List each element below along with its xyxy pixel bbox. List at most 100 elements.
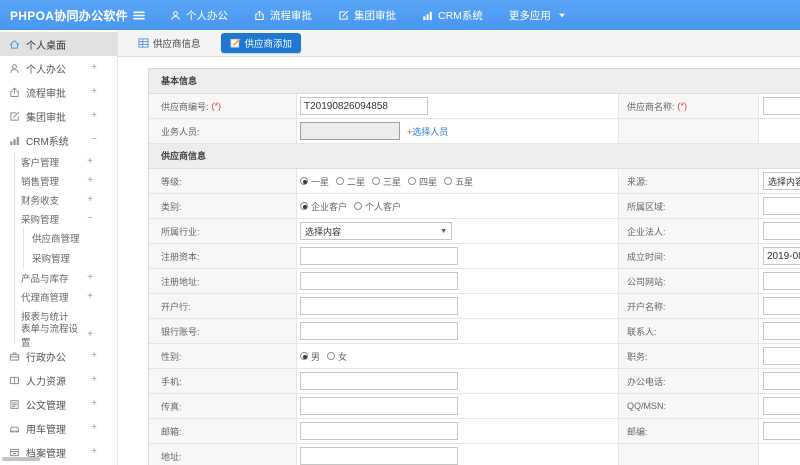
bank-account-input[interactable] <box>300 322 458 340</box>
position-input[interactable] <box>763 347 800 365</box>
collapse-icon[interactable]: − <box>87 213 93 224</box>
expand-icon[interactable]: + <box>87 329 93 340</box>
source-select[interactable]: 选择内容▼ <box>763 172 800 190</box>
main-content: 供应商信息供应商添加 基本信息供应商编号:(*)供应商名称:(*)业务人员:+选… <box>118 30 800 465</box>
radio-checked-icon[interactable] <box>300 177 308 185</box>
expand-icon[interactable]: + <box>91 375 97 385</box>
expand-icon[interactable]: + <box>91 399 97 409</box>
bank-branch-input[interactable] <box>300 297 458 315</box>
expand-icon[interactable]: + <box>91 447 97 457</box>
field-cell <box>759 369 800 393</box>
sidebar-item-form-workflow-settings[interactable]: 表单与流程设置 + <box>15 324 117 349</box>
level-option[interactable]: 二星 <box>336 175 365 188</box>
address-input[interactable] <box>300 447 458 465</box>
founded-date-input[interactable] <box>763 247 800 265</box>
expand-icon[interactable]: + <box>87 272 93 283</box>
expand-icon[interactable]: + <box>91 423 97 433</box>
sidebar-item-human-resources[interactable]: 人力资源 + <box>0 368 117 392</box>
tabbar: 供应商信息 供应商添加 <box>118 30 800 57</box>
sidebar-item-group-approval[interactable]: 集团审批 + <box>0 104 117 128</box>
radio-unchecked-icon[interactable] <box>354 202 363 210</box>
sidebar-item-document-mgmt[interactable]: 公文管理 + <box>0 392 117 416</box>
field-cell <box>297 394 619 418</box>
sales-person-input[interactable] <box>300 122 400 140</box>
sidebar-item-personal-office[interactable]: 个人办公 + <box>0 56 117 80</box>
sidebar-item-purchase-mgmt-sub[interactable]: 采购管理 <box>24 248 117 268</box>
expand-icon[interactable]: + <box>91 87 97 97</box>
category-option[interactable]: 企业客户 <box>300 200 347 213</box>
postcode-input[interactable] <box>763 422 800 440</box>
nav-item-crm-system[interactable]: CRM系统 <box>422 8 483 23</box>
radio-option-label: 二星 <box>347 176 366 187</box>
level-option[interactable]: 一星 <box>300 175 329 188</box>
sidebar-item-supplier-mgmt[interactable]: 供应商管理 <box>24 228 117 248</box>
radio-unchecked-icon[interactable] <box>327 352 336 360</box>
tab-supplier-info[interactable]: 供应商信息 <box>132 33 207 53</box>
registered-capital-input[interactable] <box>300 247 458 265</box>
expand-icon[interactable]: + <box>91 351 97 361</box>
sidebar-item-workflow-approval[interactable]: 流程审批 + <box>0 80 117 104</box>
radio-unchecked-icon[interactable] <box>444 177 453 185</box>
field-label-text: 开户名称: <box>627 301 666 312</box>
collapse-icon[interactable]: − <box>91 135 97 145</box>
radio-checked-icon[interactable] <box>300 352 308 360</box>
sidebar-item-vehicle-mgmt[interactable]: 用车管理 + <box>0 416 117 440</box>
form-row: 所属行业: 选择内容 ▼ 企业法人: <box>149 219 800 244</box>
expand-icon[interactable]: + <box>91 111 97 121</box>
fax-input[interactable] <box>300 397 458 415</box>
supplier-code-input[interactable] <box>300 97 428 115</box>
upload-icon <box>8 87 20 98</box>
sidebar-item-finance-mgmt[interactable]: 财务收支 + <box>15 190 117 209</box>
sidebar-item-admin-office[interactable]: 行政办公 + <box>0 344 117 368</box>
website-input[interactable] <box>763 272 800 290</box>
supplier-name-input[interactable] <box>763 97 800 115</box>
radio-unchecked-icon[interactable] <box>336 177 345 185</box>
radio-unchecked-icon[interactable] <box>372 177 381 185</box>
mobile-input[interactable] <box>300 372 458 390</box>
tab-supplier-add[interactable]: 供应商添加 <box>220 33 302 53</box>
sidebar-item-agent-mgmt[interactable]: 代理商管理 + <box>15 287 117 306</box>
field-cell <box>297 94 619 118</box>
account-name-input[interactable] <box>763 297 800 315</box>
nav-item-personal-office[interactable]: 个人办公 <box>170 8 228 23</box>
region-input[interactable] <box>763 197 800 215</box>
expand-icon[interactable]: + <box>87 291 93 302</box>
gender-option[interactable]: 女 <box>327 350 347 363</box>
registered-address-input[interactable] <box>300 272 458 290</box>
archive-icon <box>8 447 20 458</box>
select-value: 选择内容 <box>768 176 800 187</box>
expand-icon[interactable]: + <box>87 194 93 205</box>
sidebar-item-customer-mgmt[interactable]: 客户管理 + <box>15 152 117 171</box>
nav-item-more-apps[interactable]: 更多应用 <box>509 8 566 23</box>
radio-unchecked-icon[interactable] <box>408 177 417 185</box>
office-phone-input[interactable] <box>763 372 800 390</box>
sidebar-horizontal-scrollbar[interactable] <box>2 457 40 461</box>
qq-msn-input[interactable] <box>763 397 800 415</box>
sidebar-item-sales-mgmt[interactable]: 销售管理 + <box>15 171 117 190</box>
level-option[interactable]: 三星 <box>372 175 401 188</box>
level-option[interactable]: 四星 <box>408 175 437 188</box>
level-option[interactable]: 五星 <box>444 175 473 188</box>
nav-item-group-approval[interactable]: 集团审批 <box>338 8 396 23</box>
choose-person-link[interactable]: +选择人员 <box>407 125 448 138</box>
radio-checked-icon[interactable] <box>300 202 308 210</box>
contact-person-input[interactable] <box>763 322 800 340</box>
email-input[interactable] <box>300 422 458 440</box>
sidebar-item-purchase-mgmt[interactable]: 采购管理 − <box>15 209 117 228</box>
sidebar-item-product-inventory[interactable]: 产品与库存 + <box>15 268 117 287</box>
category-option[interactable]: 个人客户 <box>354 200 401 213</box>
industry-select[interactable]: 选择内容 ▼ <box>300 222 452 240</box>
expand-icon[interactable]: + <box>91 63 97 73</box>
field-label <box>619 444 759 465</box>
gender-option[interactable]: 男 <box>300 350 320 363</box>
sidebar-item-personal-desktop[interactable]: 个人桌面 <box>0 32 117 56</box>
sidebar-item-label: 采购管理 <box>21 214 60 226</box>
field-label-text: 成立时间: <box>627 251 666 262</box>
hamburger-menu-icon[interactable] <box>132 10 148 21</box>
radio-option-label: 个人客户 <box>365 201 402 212</box>
legal-person-input[interactable] <box>763 222 800 240</box>
nav-item-workflow-approval[interactable]: 流程审批 <box>254 8 312 23</box>
expand-icon[interactable]: + <box>87 156 93 167</box>
expand-icon[interactable]: + <box>87 175 93 186</box>
sidebar-item-crm-system[interactable]: CRM系统 − <box>0 128 117 152</box>
